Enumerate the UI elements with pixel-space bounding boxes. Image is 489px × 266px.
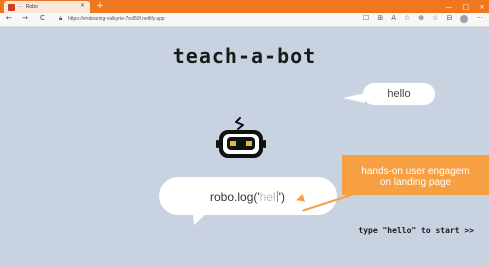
- profile-avatar[interactable]: [460, 15, 469, 23]
- bot-reply-text: hello: [387, 88, 411, 100]
- back-button[interactable]: ←: [6, 14, 12, 22]
- collections-icon[interactable]: ⊟: [446, 14, 452, 23]
- close-window-button[interactable]: ×: [479, 3, 485, 11]
- browser-tab[interactable]: ··· Robo ×: [4, 1, 90, 13]
- tab-close-icon[interactable]: ×: [80, 2, 85, 9]
- callout-line-2: on landing page: [379, 177, 452, 188]
- reader-view-icon[interactable]: ☐: [363, 14, 369, 23]
- tab-title: Robo: [25, 4, 38, 10]
- start-hint: type "hello" to start >>: [358, 226, 474, 235]
- code-input[interactable]: robo.log('hel '): [210, 190, 285, 204]
- code-typed-text: hel: [259, 190, 276, 204]
- url-field[interactable]: https://endearing-valkyrie-7ed50f.netlif…: [68, 16, 165, 22]
- reload-button[interactable]: C: [40, 14, 45, 22]
- page-title: teach-a-bot: [172, 44, 317, 68]
- text-caret: [276, 191, 278, 202]
- more-menu-icon[interactable]: ···: [476, 14, 483, 23]
- apps-icon[interactable]: ⊞: [377, 14, 383, 23]
- code-bubble-tail: [188, 208, 208, 228]
- browser-window: ··· Robo × + — □ × ← → C 🔒︎ https://ende…: [0, 0, 489, 266]
- site-favicon-icon: [8, 3, 15, 11]
- forward-button[interactable]: →: [22, 14, 28, 22]
- tab-bar: ··· Robo × + — □ ×: [0, 0, 489, 13]
- bot-speech-bubble-tail: [343, 93, 365, 103]
- favorites-bar-icon[interactable]: ☆: [432, 14, 438, 23]
- new-tab-button[interactable]: +: [94, 0, 106, 12]
- favorite-icon[interactable]: ☆: [404, 14, 410, 23]
- address-bar: ← → C 🔒︎ https://endearing-valkyrie-7ed5…: [0, 13, 489, 27]
- read-aloud-icon[interactable]: A: [391, 14, 396, 23]
- browser-toolbar: ☐ ⊞ A ☆ ⊕ ☆ ⊟ ···: [363, 14, 483, 23]
- callout-line-1: hands-on user engagem: [361, 166, 470, 177]
- lock-icon: 🔒︎: [59, 15, 63, 22]
- code-suffix: '): [278, 190, 285, 204]
- code-prefix: robo.log(': [210, 190, 260, 204]
- extensions-icon[interactable]: ⊕: [418, 14, 424, 23]
- annotation-callout-text: hands-on user engagem on landing page: [342, 166, 489, 188]
- maximize-button[interactable]: □: [463, 3, 470, 11]
- minimize-button[interactable]: —: [446, 3, 453, 11]
- window-controls: — □ ×: [446, 0, 486, 13]
- tab-actions-icon[interactable]: ···: [18, 4, 23, 10]
- robot-icon: [216, 114, 266, 164]
